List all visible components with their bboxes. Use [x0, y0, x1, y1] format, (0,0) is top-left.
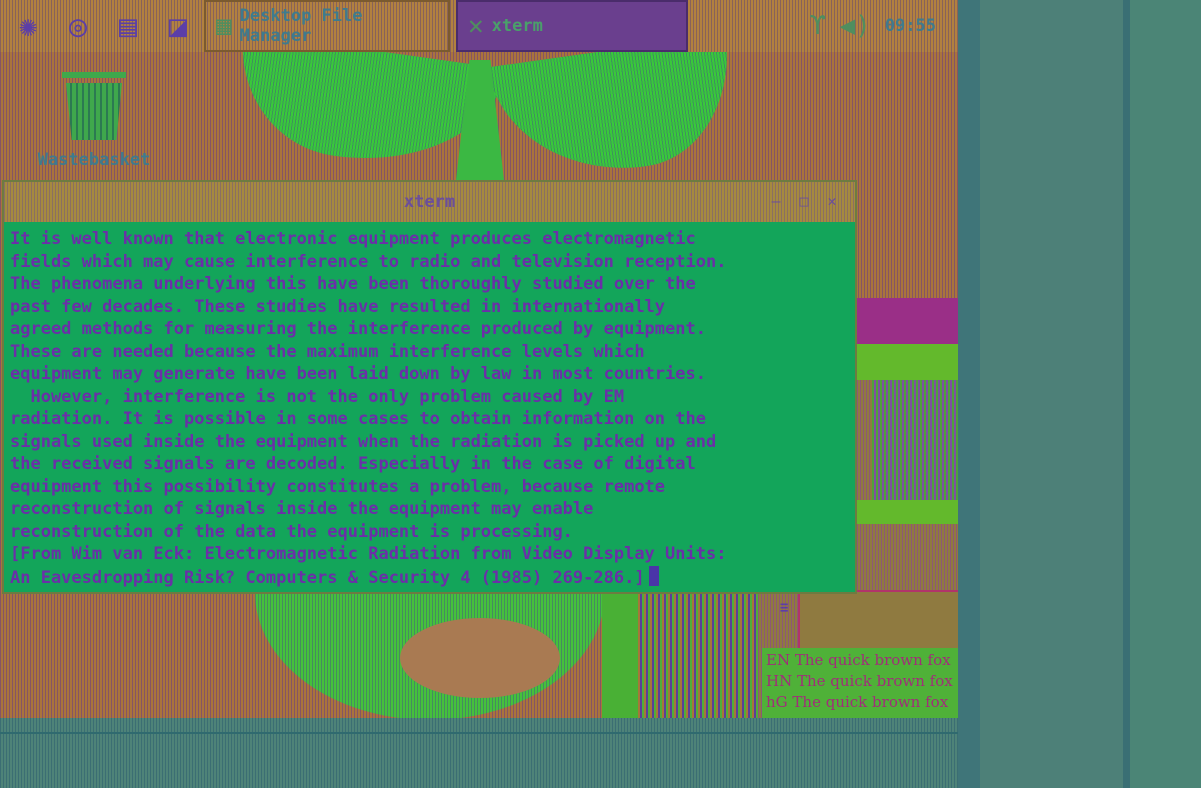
wallpaper-egg: [400, 618, 560, 698]
window-controls: – □ ✕: [767, 192, 841, 210]
bg-window-green-column: [602, 590, 638, 718]
taskbar-task-label: Desktop File Manager: [239, 6, 363, 46]
bg-window-marker: ≡: [780, 600, 789, 616]
font-sample-line: EN The quick brown fox: [766, 651, 951, 669]
terminal-line: reconstruction of the data the equipment…: [10, 521, 573, 542]
xterm-window[interactable]: xterm – □ ✕ It is well known that electr…: [2, 180, 857, 594]
terminal-line: signals used inside the equipment when t…: [10, 431, 717, 452]
xterm-icon: ✕: [468, 11, 484, 41]
display-noise-bottom: [0, 718, 958, 788]
taskbar-task-xterm[interactable]: ✕ xterm: [456, 0, 688, 52]
bg-window-striped-area: [638, 590, 758, 718]
desktop-screen: Wastebasket ≡ EN The quick brown fox HN …: [0, 0, 958, 718]
terminal-line: the received signals are decoded. Especi…: [10, 454, 696, 474]
file-manager-icon[interactable]: ▤: [106, 4, 150, 48]
terminal-line: reconstruction of signals inside the equ…: [10, 499, 594, 519]
terminal-text-area[interactable]: It is well known that electronic equipme…: [4, 222, 855, 589]
bg-window-panel: [872, 380, 958, 500]
minimize-button[interactable]: –: [767, 192, 785, 210]
wastebasket-label: Wastebasket: [37, 150, 151, 170]
terminal-line: These are needed because the maximum int…: [10, 341, 645, 362]
folder-icon: ▦: [216, 11, 232, 41]
trash-lid-icon: [62, 72, 126, 78]
taskbar-task-file-manager[interactable]: ▦ Desktop File Manager: [204, 0, 450, 52]
taskbar-task-label: xterm: [491, 16, 543, 36]
display-noise-right: [958, 0, 1201, 788]
volume-icon[interactable]: ◀): [840, 11, 871, 41]
text-cursor: [648, 565, 659, 586]
terminal-line: radiation. It is possible in some cases …: [10, 409, 706, 429]
wallpaper-leaf-right: [487, 33, 743, 187]
clock[interactable]: 09:55: [885, 16, 936, 36]
bg-window-green-block: [852, 344, 958, 380]
font-sample-line: HN The quick brown fox: [766, 672, 953, 690]
system-tray: ϒ ◀) 09:55: [810, 11, 958, 41]
xterm-titlebar[interactable]: xterm – □ ✕: [4, 182, 855, 222]
terminal-line: fields which may cause interference to r…: [10, 251, 727, 272]
globe-icon[interactable]: ◎: [56, 4, 100, 48]
terminal-icon[interactable]: ◪: [156, 4, 200, 48]
trash-icon: [66, 82, 122, 140]
xfce-mouse-icon[interactable]: ✺: [6, 4, 50, 48]
network-icon[interactable]: ϒ: [810, 11, 826, 41]
terminal-line: equipment this possibility constitutes a…: [10, 476, 666, 497]
window-title: xterm: [403, 192, 456, 212]
font-sample-list: EN The quick brown fox HN The quick brow…: [762, 648, 958, 718]
terminal-line: past few decades. These studies have res…: [10, 296, 666, 317]
terminal-line: [From Wim van Eck: Electromagnetic Radia…: [10, 544, 727, 564]
terminal-line: However, interference is not the only pr…: [10, 386, 625, 407]
font-sample-line: hG The quick brown fox: [766, 693, 949, 711]
terminal-line: It is well known that electronic equipme…: [10, 229, 696, 249]
maximize-button[interactable]: □: [795, 192, 813, 210]
terminal-line: An Eavesdropping Risk? Computers & Secur…: [10, 567, 645, 588]
wastebasket-desktop-icon[interactable]: Wastebasket: [24, 72, 164, 170]
terminal-line: agreed methods for measuring the interfe…: [10, 319, 706, 339]
bg-window-green-strip: [852, 500, 958, 524]
terminal-line: The phenomena underlying this have been …: [10, 274, 696, 294]
terminal-last-line: An Eavesdropping Risk? Computers & Secur…: [10, 565, 855, 590]
bg-window-magenta-block: [852, 298, 958, 344]
taskbar: ✺ ◎ ▤ ◪ ▦ Desktop File Manager ✕ xterm ϒ…: [0, 0, 958, 52]
terminal-line: equipment may generate have been laid do…: [10, 364, 706, 384]
close-button[interactable]: ✕: [823, 192, 841, 210]
bg-window-frame: ≡: [780, 590, 958, 652]
